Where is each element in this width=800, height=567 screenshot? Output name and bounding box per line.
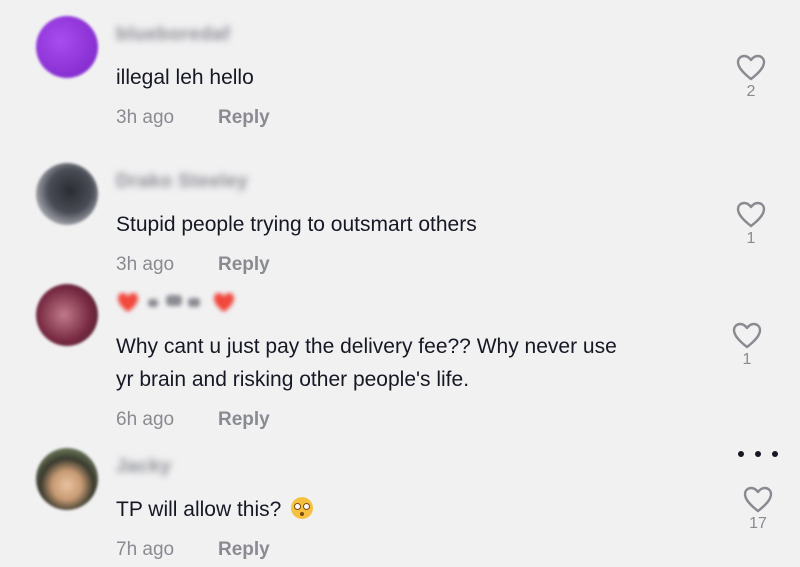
dot [755, 451, 761, 457]
avatar[interactable] [36, 284, 98, 346]
like-button[interactable]: 2 [731, 54, 771, 101]
comment-text: TP will allow this? [116, 493, 314, 526]
heart-outline-icon [736, 201, 766, 228]
comment-username[interactable]: Jacky [116, 456, 171, 478]
dot [738, 451, 744, 457]
heart-outline-icon [736, 54, 766, 81]
more-dots-icon[interactable] [738, 446, 778, 462]
comment-time: 6h ago [116, 409, 175, 430]
comment-time: 7h ago [116, 539, 175, 560]
comment-username[interactable]: blueboredaf [116, 24, 230, 46]
comment-meta: 7h ago Reply [116, 539, 270, 561]
comment-meta: 3h ago Reply [116, 107, 270, 129]
comment-meta: 3h ago Reply [116, 254, 270, 276]
like-count: 2 [746, 83, 756, 100]
like-count: 1 [742, 351, 752, 368]
comment-text-content: TP will allow this? [116, 498, 282, 521]
reply-button[interactable]: Reply [218, 539, 270, 561]
comment-text: illegal leh hello [116, 66, 254, 89]
comment-time: 3h ago [116, 254, 175, 275]
like-button[interactable]: 1 [731, 201, 771, 248]
comment-text: Stupid people trying to outsmart others [116, 213, 477, 236]
flushed-face-icon [291, 497, 314, 519]
like-count: 1 [746, 230, 756, 247]
like-count: 17 [749, 515, 767, 532]
reply-button[interactable]: Reply [218, 254, 270, 276]
comment-text-line-2: yr brain and risking other people's life… [116, 368, 470, 391]
dot [772, 451, 778, 457]
like-button[interactable]: 17 [738, 486, 778, 533]
avatar[interactable] [36, 16, 98, 78]
comment-time: 3h ago [116, 107, 175, 128]
reply-button[interactable]: Reply [218, 107, 270, 129]
like-button[interactable]: 1 [727, 322, 767, 369]
heart-outline-icon [743, 486, 773, 513]
reply-button[interactable]: Reply [218, 409, 270, 431]
comment-text: Why cant u just pay the delivery fee?? W… [116, 335, 617, 358]
comment-meta: 6h ago Reply [116, 409, 270, 431]
comment-username[interactable]: Drako Steeley [116, 171, 248, 193]
heart-outline-icon [732, 322, 762, 349]
username-heart-emojis[interactable] [116, 290, 246, 314]
avatar[interactable] [36, 448, 98, 510]
avatar[interactable] [36, 163, 98, 225]
